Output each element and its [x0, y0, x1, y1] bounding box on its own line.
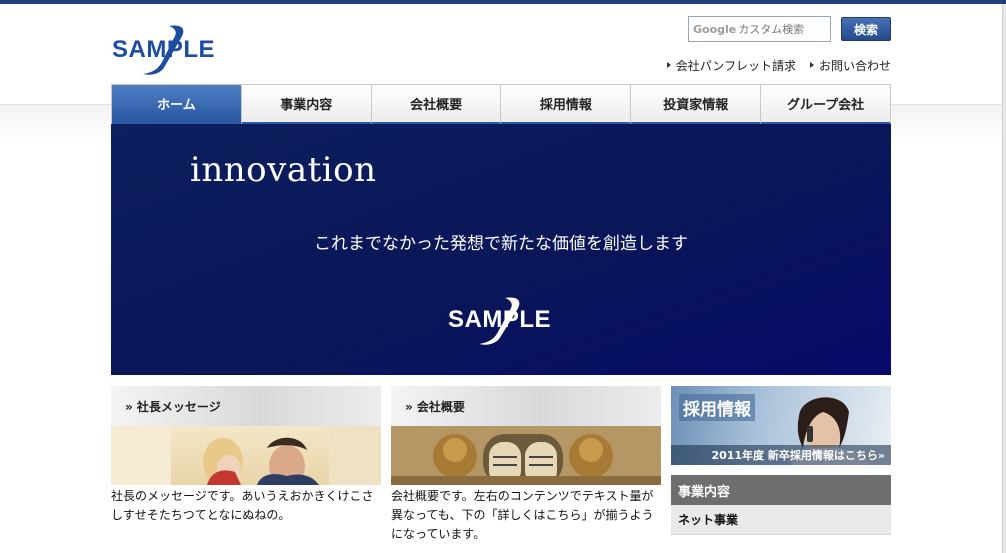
arrow-right-icon [666, 62, 671, 68]
recruit-banner-caption: 2011年度 新卒採用情報はこちら» [671, 445, 891, 465]
nav-item-group[interactable]: グループ会社 [761, 85, 891, 125]
sidebar-remainder [671, 535, 891, 553]
nav-item-home[interactable]: ホーム [112, 85, 242, 125]
search-input[interactable]: Google カスタム検索 [688, 16, 831, 42]
panel-heading[interactable]: » 社長メッセージ [111, 386, 381, 426]
panel-body-text: 会社概要です。左右のコンテンツでテキスト量が異なっても、下の「詳しくはこちら」が… [391, 489, 654, 541]
recruit-banner[interactable]: 採用情報 2011年度 新卒採用情報はこちら» [671, 386, 891, 465]
hero-title: innovation [190, 150, 377, 190]
panel-body-text: 社長のメッセージです。あいうえおかきくけこさしすせそたちつてとなにぬねの。 [111, 489, 374, 522]
company-overview-image [391, 426, 661, 485]
site-logo[interactable]: SAMPLE [111, 24, 223, 76]
utility-links: 会社パンフレット請求 お問い合わせ [660, 57, 891, 73]
nav-item-investors[interactable]: 投資家情報 [631, 85, 762, 125]
nav-item-business[interactable]: 事業内容 [241, 85, 372, 125]
contact-link[interactable]: お問い合わせ [809, 57, 891, 73]
president-message-panel: » 社長メッセージ 社長のメッセージです。あいうえおかきくけこさしすせそたちつて… [111, 386, 381, 553]
hero-banner: innovation これまでなかった発想で新たな価値を創造します SAMPLE [111, 124, 891, 375]
nav-item-company[interactable]: 会社概要 [371, 85, 502, 125]
hero-logo-text: SAMPLE [448, 306, 552, 333]
sidebar-item-net-business[interactable]: ネット事業 [671, 505, 891, 535]
brochure-request-link[interactable]: 会社パンフレット請求 [666, 57, 796, 73]
google-brand-text: Google [693, 22, 737, 36]
hero-logo: SAMPLE [447, 296, 559, 346]
top-accent-bar [0, 0, 1006, 4]
search-button[interactable]: 検索 [841, 17, 891, 41]
company-overview-panel: » 会社概要 会社概要です。左右のコンテンツでテキスト量が異なっても、下の「詳し… [391, 386, 661, 553]
arrow-right-icon [809, 62, 814, 68]
scrollbar[interactable] [1002, 4, 1006, 553]
global-nav: ホーム 事業内容 会社概要 採用情報 投資家情報 グループ会社 [111, 84, 891, 125]
sidebar-heading-business: 事業内容 [671, 475, 891, 505]
hero-subtitle: これまでなかった発想で新たな価値を創造します [314, 234, 688, 254]
panel-heading[interactable]: » 会社概要 [391, 386, 661, 426]
nav-item-recruit[interactable]: 採用情報 [501, 85, 632, 125]
search-placeholder: カスタム検索 [738, 23, 805, 36]
president-message-image [111, 426, 381, 485]
recruit-banner-title: 採用情報 [679, 394, 755, 421]
logo-text: SAMPLE [112, 36, 216, 63]
